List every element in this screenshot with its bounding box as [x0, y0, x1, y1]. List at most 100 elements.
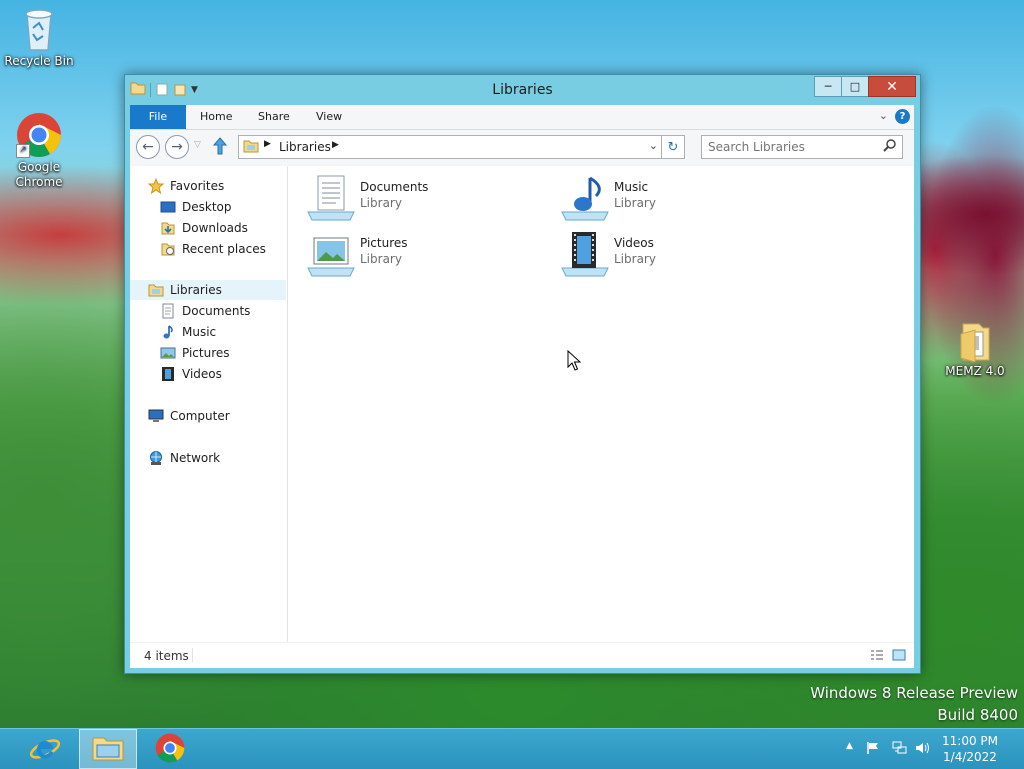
desktop-icon [160, 199, 176, 215]
details-view-icon[interactable] [870, 649, 884, 664]
nav-item-documents[interactable]: Documents [160, 301, 250, 321]
system-clock[interactable]: 11:00 PM 1/4/2022 [942, 733, 998, 765]
nav-item-pictures[interactable]: Pictures [160, 343, 230, 363]
library-name: Pictures [360, 236, 408, 250]
maximize-icon: □ [849, 80, 861, 93]
breadcrumb-libraries[interactable]: Libraries [279, 140, 331, 154]
maximize-button[interactable]: □ [841, 76, 869, 97]
network-status-icon[interactable] [891, 741, 907, 758]
library-item-pictures[interactable]: Pictures Library [306, 230, 526, 282]
item-count: 4 items [144, 649, 189, 663]
close-icon: ✕ [886, 78, 898, 95]
library-name: Documents [360, 180, 429, 194]
expand-ribbon-icon[interactable]: ⌄ [879, 109, 888, 122]
breadcrumb-chevron-icon[interactable]: ▶ [332, 140, 339, 150]
os-watermark: Windows 8 Release Preview Build 8400 [810, 684, 1018, 724]
tab-file[interactable]: File [130, 105, 186, 129]
nav-label: Network [170, 451, 221, 465]
ribbon-tabs: File Home Share View ⌄ ? [130, 105, 914, 130]
network-icon [148, 450, 164, 466]
search-box[interactable] [701, 135, 903, 159]
taskbar: ▲ 11:00 PM 1/4/2022 [0, 728, 1024, 769]
action-center-flag-icon[interactable] [866, 741, 880, 758]
up-button[interactable] [210, 135, 230, 157]
library-item-videos[interactable]: Videos Library [560, 230, 780, 282]
explorer-window: ▼ Libraries ─ □ ✕ File Home Share View ⌄… [124, 74, 921, 674]
nav-label: Videos [182, 367, 222, 381]
tab-home[interactable]: Home [200, 105, 232, 129]
back-button[interactable]: ← [136, 135, 160, 159]
nav-label: Downloads [182, 221, 248, 235]
desktop-icon-label: Google Chrome [15, 160, 63, 189]
nav-label: Recent places [182, 242, 266, 256]
music-note-icon [160, 324, 176, 340]
desktop-icon-label: Recycle Bin [4, 54, 74, 68]
videos-library-icon [560, 230, 610, 280]
nav-label: Desktop [182, 200, 232, 214]
nav-item-libraries[interactable]: Libraries [148, 280, 222, 300]
nav-label: Favorites [170, 179, 225, 193]
refresh-icon: ↻ [667, 139, 679, 155]
nav-item-network[interactable]: Network [148, 448, 220, 468]
library-type: Library [360, 252, 402, 266]
minimize-button[interactable]: ─ [814, 76, 842, 97]
nav-item-desktop[interactable]: Desktop [160, 197, 232, 217]
nav-item-computer[interactable]: Computer [148, 406, 230, 426]
back-arrow-icon: ← [142, 139, 154, 155]
clock-date: 1/4/2022 [943, 750, 997, 764]
library-item-documents[interactable]: Documents Library [306, 174, 526, 226]
recent-places-icon [160, 241, 176, 257]
libraries-icon [148, 282, 164, 298]
search-input[interactable] [708, 139, 876, 155]
window-title: Libraries [492, 82, 553, 98]
document-icon [160, 303, 176, 319]
close-button[interactable]: ✕ [868, 76, 916, 97]
music-library-icon [560, 174, 610, 224]
nav-item-videos[interactable]: Videos [160, 364, 222, 384]
large-icons-view-icon[interactable] [892, 649, 906, 664]
taskbar-google-chrome[interactable] [141, 729, 199, 769]
nav-label: Pictures [182, 346, 230, 360]
navigation-bar: ← → ▽ ▶ Libraries ▶ ⌄ ↻ [130, 130, 914, 166]
search-icon[interactable] [883, 139, 896, 155]
library-name: Videos [614, 236, 654, 250]
desktop-icon-google-chrome[interactable]: ↗ Google Chrome [0, 112, 78, 190]
tab-view[interactable]: View [316, 105, 342, 129]
navigation-pane: Favorites Desktop Downloads Recent place… [130, 166, 288, 642]
forward-button[interactable]: → [165, 135, 189, 159]
up-arrow-icon [213, 137, 227, 155]
content-area: Favorites Desktop Downloads Recent place… [130, 166, 914, 642]
tab-share[interactable]: Share [258, 105, 290, 129]
nav-label: Documents [182, 304, 251, 318]
picture-icon [160, 345, 176, 361]
library-item-music[interactable]: Music Library [560, 174, 780, 226]
nav-item-downloads[interactable]: Downloads [160, 218, 248, 238]
nav-item-music[interactable]: Music [160, 322, 216, 342]
nav-label: Music [182, 325, 217, 339]
watermark-line: Windows 8 Release Preview [810, 684, 1018, 702]
help-icon[interactable]: ? [895, 109, 910, 124]
breadcrumb-chevron-icon[interactable]: ▶ [264, 139, 271, 149]
nav-item-recent-places[interactable]: Recent places [160, 239, 266, 259]
taskbar-file-explorer[interactable] [79, 729, 137, 769]
recycle-bin-icon [19, 6, 59, 52]
address-dropdown-icon[interactable]: ⌄ [649, 139, 658, 152]
desktop-icon-memz[interactable]: MEMZ 4.0 [937, 318, 1013, 379]
volume-icon[interactable] [915, 741, 931, 758]
refresh-button[interactable]: ↻ [661, 135, 685, 159]
nav-item-favorites[interactable]: Favorites [148, 176, 224, 196]
nav-label: Libraries [170, 283, 222, 297]
library-type: Library [614, 252, 656, 266]
show-hidden-icons-icon[interactable]: ▲ [846, 741, 853, 751]
desktop-icon-label: MEMZ 4.0 [945, 364, 1005, 378]
watermark-build: Build 8400 [937, 706, 1018, 724]
title-bar[interactable]: ▼ Libraries ─ □ ✕ [125, 75, 920, 105]
recent-locations-icon[interactable]: ▽ [194, 140, 201, 150]
chrome-icon [155, 733, 185, 766]
taskbar-internet-explorer[interactable] [16, 729, 74, 769]
address-bar[interactable]: ▶ Libraries ▶ ⌄ [238, 135, 663, 159]
clock-time: 11:00 PM [942, 734, 998, 748]
library-name: Music [614, 180, 649, 194]
desktop-icon-recycle-bin[interactable]: Recycle Bin [1, 6, 77, 69]
pictures-library-icon [306, 230, 356, 280]
